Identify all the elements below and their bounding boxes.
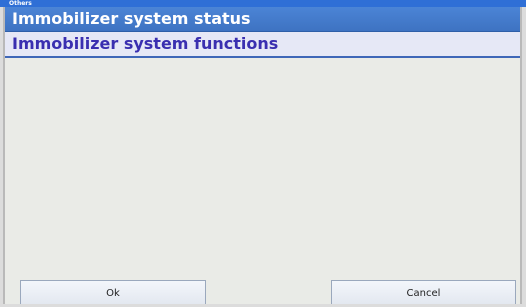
button-row: Ok Cancel (5, 280, 520, 304)
functions-subheader: Immobilizer system functions (5, 32, 520, 58)
app-window: Others Immobilizer system status Immobil… (0, 0, 526, 304)
section-title: Immobilizer system functions (12, 34, 279, 53)
main-panel: Immobilizer system status Immobilizer sy… (3, 7, 522, 304)
cancel-button[interactable]: Cancel (331, 280, 516, 304)
content-area (5, 58, 520, 280)
ok-button[interactable]: Ok (20, 280, 206, 304)
page-title: Immobilizer system status (12, 9, 251, 28)
status-header: Immobilizer system status (5, 7, 520, 32)
window-title: Others (9, 0, 32, 7)
window-titlebar: Others (0, 0, 526, 7)
